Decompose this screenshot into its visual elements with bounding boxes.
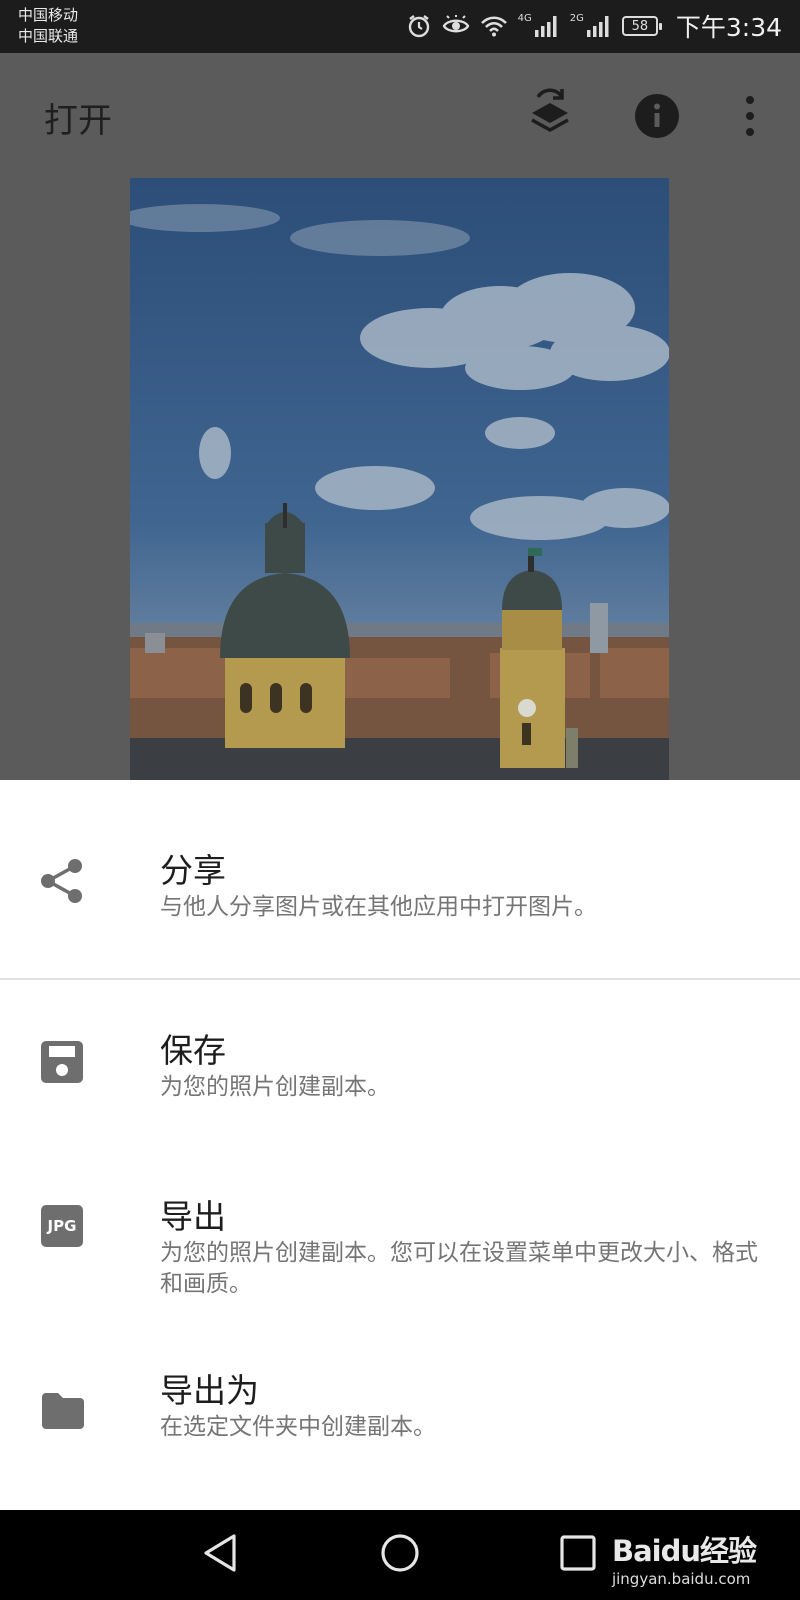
watermark-brand: Baidu经验 <box>611 1534 757 1568</box>
share-option[interactable]: 分享 与他人分享图片或在其他应用中打开图片。 <box>0 780 800 978</box>
battery-level: 58 <box>631 18 649 34</box>
status-bar: 中国移动 中国联通 4G 2G 58 下午3:34 <box>0 0 800 53</box>
export-option-title: 导出 <box>160 1197 226 1236</box>
signal-icon <box>534 14 560 38</box>
carrier-info: 中国移动 中国联通 <box>18 5 78 47</box>
share-option-description: 与他人分享图片或在其他应用中打开图片。 <box>160 894 597 920</box>
save-option-title: 保存 <box>160 1031 226 1070</box>
carrier-2: 中国联通 <box>18 27 79 45</box>
signal-icon <box>586 14 612 38</box>
export-as-option[interactable]: 导出为 在选定文件夹中创建副本。 <box>0 1326 800 1510</box>
baidu-jingyan-watermark: Baidu经验 jingyan.baidu.com <box>611 1528 757 1588</box>
more-vert-icon[interactable] <box>740 93 760 143</box>
back-button[interactable] <box>180 1510 260 1600</box>
navigation-bar: Baidu经验 jingyan.baidu.com <box>0 1510 800 1600</box>
share-export-sheet: 分享 与他人分享图片或在其他应用中打开图片。 保存 为您的照片创建副本。 JPG… <box>0 780 800 1510</box>
info-icon[interactable] <box>634 93 680 143</box>
toolbar-open-button[interactable]: 打开 <box>44 93 112 142</box>
network-type-2: 2G <box>569 12 584 24</box>
export-option-description: 为您的照片创建副本。您可以在设置菜单中更改大小、格式和画质。 <box>160 1240 758 1297</box>
recents-button[interactable] <box>538 1510 618 1600</box>
alarm-icon <box>406 13 432 39</box>
back-icon <box>200 1532 240 1578</box>
save-option[interactable]: 保存 为您的照片创建副本。 <box>0 980 800 1148</box>
eye-comfort-icon <box>442 15 470 37</box>
watermark-url: jingyan.baidu.com <box>611 1570 751 1588</box>
status-icons: 4G 2G 58 下午3:34 <box>406 8 782 44</box>
layers-swap-icon[interactable] <box>528 87 572 141</box>
battery-icon: 58 <box>621 16 662 36</box>
home-icon <box>379 1532 421 1578</box>
folder-icon <box>40 1391 86 1433</box>
share-option-title: 分享 <box>160 851 226 890</box>
recents-icon <box>559 1534 597 1576</box>
city-domes-sky-image <box>130 178 669 780</box>
export-as-option-title: 导出为 <box>160 1371 259 1410</box>
carrier-1: 中国移动 <box>18 6 79 24</box>
jpg-icon: JPG <box>40 1204 84 1252</box>
editor-screen-dimmed[interactable]: 打开 <box>0 53 800 780</box>
wifi-icon <box>480 15 508 37</box>
export-option[interactable]: JPG 导出 为您的照片创建副本。您可以在设置菜单中更改大小、格式和画质。 <box>0 1148 800 1326</box>
save-icon <box>40 1040 84 1088</box>
clock: 下午3:34 <box>675 13 782 42</box>
share-icon <box>40 858 84 908</box>
save-option-description: 为您的照片创建副本。 <box>160 1074 390 1100</box>
export-as-option-description: 在选定文件夹中创建副本。 <box>160 1414 436 1440</box>
jpg-icon-label: JPG <box>47 1217 77 1235</box>
network-type-1: 4G <box>517 12 532 24</box>
home-button[interactable] <box>360 1510 440 1600</box>
